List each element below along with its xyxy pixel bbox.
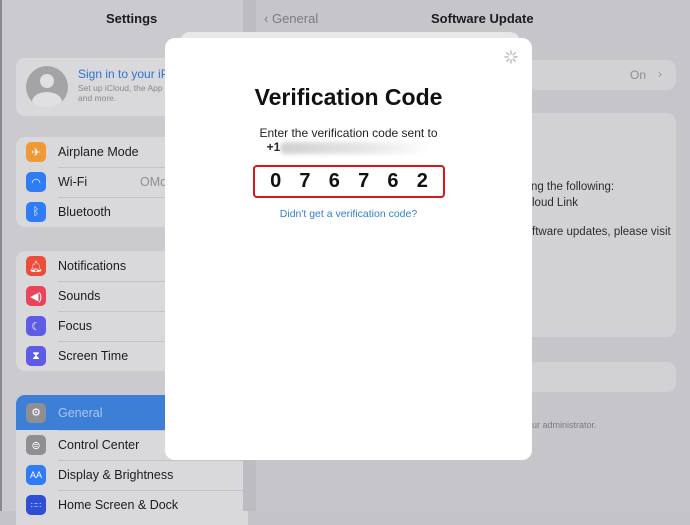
chevron-left-icon: ‹ (264, 11, 272, 26)
code-digit: 6 (328, 170, 340, 192)
toggles-icon: ⊜ (26, 435, 46, 455)
subtitle-text: Enter the verification code sent to (259, 126, 438, 140)
admin-footer: ur administrator. (532, 420, 597, 430)
code-digit: 6 (387, 170, 399, 192)
dialog-title: Verification Code (254, 84, 443, 110)
update-text-2: loud Link (532, 197, 579, 209)
airplane-icon: ✈ (26, 142, 46, 162)
label: Display & Brightness (58, 468, 174, 482)
bell-icon: 🔔︎ (26, 256, 46, 276)
verification-dialog: Verification Code Enter the verification… (165, 38, 532, 460)
sidebar-title: Settings (106, 11, 158, 26)
resend-code-link[interactable]: Didn't get a verification code? (165, 208, 532, 220)
gear-icon: ⚙ (26, 402, 46, 423)
label: Screen Time (58, 349, 129, 363)
sidebar-item-display-brightness[interactable]: AA Display & Brightness (16, 460, 248, 490)
label: Control Center (58, 438, 140, 452)
label: Home Screen & Dock (58, 498, 179, 512)
code-digit: 2 (416, 170, 428, 192)
update-text-1: ding the following: (522, 181, 615, 193)
back-label: General (271, 11, 319, 26)
moon-icon: ☾ (26, 316, 46, 336)
avatar (26, 66, 68, 108)
loading-spinner-icon (504, 50, 518, 64)
label: Sounds (58, 289, 101, 303)
code-digit: 7 (358, 170, 370, 192)
label: Focus (58, 319, 93, 333)
label: Wi-Fi (58, 175, 88, 189)
back-button[interactable]: ‹ General (264, 11, 318, 26)
aa-icon: AA (26, 465, 46, 485)
grid-icon: ∷∷ (26, 495, 46, 515)
label: General (58, 405, 103, 420)
sign-in-subtitle-2: and more. (78, 93, 117, 103)
hourglass-icon: ⧗ (26, 346, 46, 366)
chevron-right-icon: › (658, 67, 662, 81)
bluetooth-icon: ᛒ (26, 202, 46, 222)
phone-number: +1 (165, 140, 532, 154)
phone-prefix: +1 (266, 140, 281, 154)
label: Notifications (58, 259, 127, 273)
auto-updates-value: On (629, 68, 646, 82)
wifi-icon: ◠ (26, 172, 46, 192)
speaker-icon: ◀) (26, 286, 46, 306)
sidebar-item-home-screen[interactable]: ∷∷ Home Screen & Dock (16, 490, 248, 520)
code-digit: 7 (299, 170, 311, 192)
detail-title: Software Update (431, 11, 534, 26)
update-text-3: ftware updates, please visit (532, 226, 671, 238)
dialog-subtitle: Enter the verification code sent to +1 (165, 126, 532, 154)
label: Bluetooth (58, 205, 111, 219)
redacted-phone (280, 141, 431, 154)
code-digit: 0 (270, 170, 282, 192)
label: Airplane Mode (58, 145, 139, 159)
verification-code-input[interactable]: 0 7 6 7 6 2 (253, 165, 445, 198)
